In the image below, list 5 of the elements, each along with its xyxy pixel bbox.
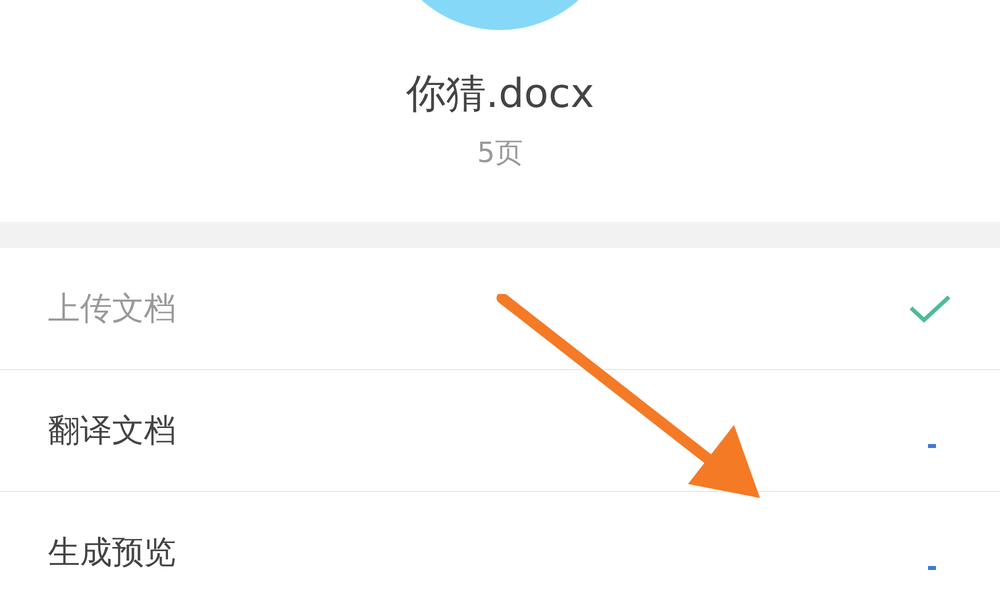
step-label: 翻译文档: [48, 410, 176, 450]
file-name: 你猜.docx: [406, 70, 594, 118]
step-label: 上传文档: [48, 288, 176, 328]
page-count: 5页: [477, 136, 523, 170]
step-label: 生成预览: [48, 532, 176, 573]
